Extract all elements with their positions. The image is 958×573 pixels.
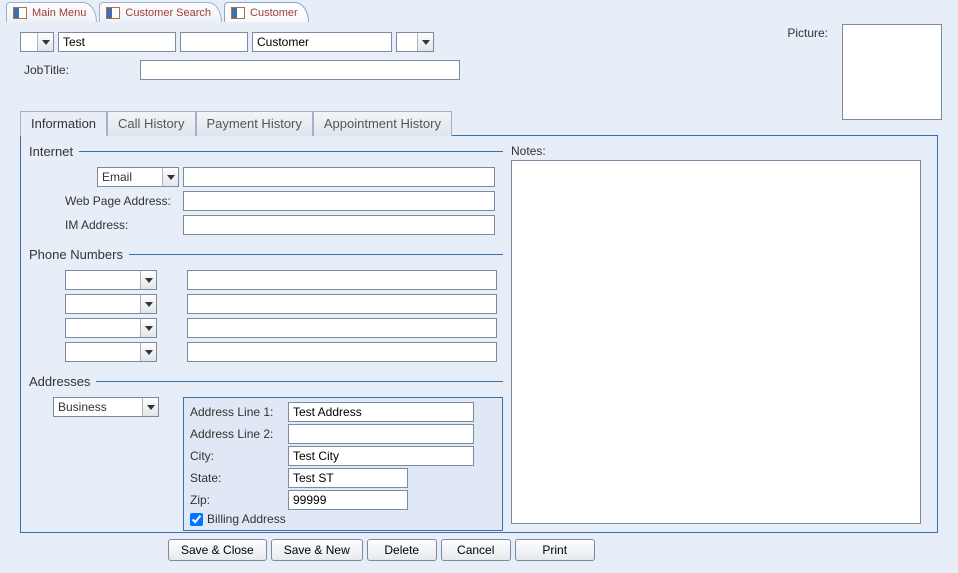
group-phones: Phone Numbers <box>29 247 503 366</box>
web-input[interactable] <box>183 191 495 211</box>
address-city-label: City: <box>190 449 286 463</box>
phone-number-input[interactable] <box>187 270 497 290</box>
last-name-input[interactable] <box>252 32 392 52</box>
form-icon <box>13 7 27 19</box>
group-addresses-label: Addresses <box>29 374 96 389</box>
address-zip-input[interactable] <box>288 490 408 510</box>
tab-payment-history[interactable]: Payment History <box>196 111 313 136</box>
address-state-label: State: <box>190 471 286 485</box>
im-row: IM Address: <box>29 215 503 235</box>
phone-type-combo[interactable] <box>65 270 157 290</box>
chevron-down-icon <box>37 33 53 51</box>
address-zip-label: Zip: <box>190 493 286 507</box>
window-tab-customer[interactable]: Customer <box>224 2 309 22</box>
phone-type-combo[interactable] <box>65 342 157 362</box>
print-button[interactable]: Print <box>515 539 595 561</box>
info-left-column: Internet Email Web Page Address: I <box>21 136 511 532</box>
tab-label: Call History <box>118 116 184 131</box>
tab-page-information: Internet Email Web Page Address: I <box>20 135 938 533</box>
command-button-row: Save & Close Save & New Delete Cancel Pr… <box>20 533 938 561</box>
billing-row: Billing Address <box>190 512 496 526</box>
picture-box[interactable] <box>842 24 942 120</box>
form-icon <box>231 7 245 19</box>
address-state-input[interactable] <box>288 468 408 488</box>
address-type-combo[interactable]: Business <box>53 397 159 417</box>
phone-number-input[interactable] <box>187 318 497 338</box>
phone-row <box>29 294 503 314</box>
email-input[interactable] <box>183 167 495 187</box>
chevron-down-icon <box>140 319 156 337</box>
window-tab-label: Main Menu <box>32 7 86 19</box>
suffix-combo[interactable] <box>396 32 434 52</box>
address-type-value: Business <box>58 400 107 414</box>
tab-call-history[interactable]: Call History <box>107 111 195 136</box>
tab-label: Payment History <box>207 116 302 131</box>
button-label: Cancel <box>457 543 494 557</box>
billing-address-checkbox[interactable] <box>190 513 203 526</box>
tab-label: Appointment History <box>324 116 441 131</box>
info-right-column: Notes: <box>511 136 937 532</box>
phone-number-input[interactable] <box>187 294 497 314</box>
group-addresses: Addresses Business Address Line 1: <box>29 374 503 531</box>
button-label: Print <box>542 543 567 557</box>
phone-number-input[interactable] <box>187 342 497 362</box>
chevron-down-icon <box>417 33 433 51</box>
button-label: Delete <box>384 543 419 557</box>
picture-area: Picture: <box>787 24 942 120</box>
phone-row <box>29 342 503 362</box>
job-title-input[interactable] <box>140 60 460 80</box>
tab-label: Information <box>31 116 96 131</box>
address-line1-label: Address Line 1: <box>190 405 286 419</box>
im-label: IM Address: <box>29 218 179 232</box>
window-tab-main-menu[interactable]: Main Menu <box>6 2 97 22</box>
picture-label: Picture: <box>787 26 828 40</box>
email-row: Email <box>29 167 503 187</box>
button-label: Save & New <box>284 543 350 557</box>
im-input[interactable] <box>183 215 495 235</box>
group-phones-label: Phone Numbers <box>29 247 129 262</box>
address-line2-label: Address Line 2: <box>190 427 286 441</box>
window-tab-customer-search[interactable]: Customer Search <box>99 2 222 22</box>
cancel-button[interactable]: Cancel <box>441 539 511 561</box>
window-tab-label: Customer <box>250 7 298 19</box>
notes-label: Notes: <box>511 144 921 158</box>
button-label: Save & Close <box>181 543 254 557</box>
phone-type-combo[interactable] <box>65 294 157 314</box>
chevron-down-icon <box>142 398 158 416</box>
salutation-combo[interactable] <box>20 32 54 52</box>
save-close-button[interactable]: Save & Close <box>168 539 267 561</box>
window-tab-label: Customer Search <box>125 7 211 19</box>
chevron-down-icon <box>140 271 156 289</box>
email-type-combo[interactable]: Email <box>97 167 179 187</box>
web-label: Web Page Address: <box>29 194 179 208</box>
web-row: Web Page Address: <box>29 191 503 211</box>
address-line1-input[interactable] <box>288 402 474 422</box>
address-panel: Address Line 1: Address Line 2: City: <box>183 397 503 531</box>
address-wrap: Business Address Line 1: Address Line 2: <box>29 397 503 531</box>
tab-appointment-history[interactable]: Appointment History <box>313 111 452 136</box>
billing-address-label: Billing Address <box>207 512 286 526</box>
form-body: Picture: JobTitle: Information Call Hist… <box>0 22 958 550</box>
delete-button[interactable]: Delete <box>367 539 437 561</box>
window-tab-strip: Main Menu Customer Search Customer <box>0 0 958 22</box>
email-type-value: Email <box>102 170 132 184</box>
first-name-input[interactable] <box>58 32 176 52</box>
phone-type-combo[interactable] <box>65 318 157 338</box>
phone-row <box>29 318 503 338</box>
save-new-button[interactable]: Save & New <box>271 539 363 561</box>
phone-row <box>29 270 503 290</box>
job-title-label: JobTitle: <box>20 63 140 77</box>
chevron-down-icon <box>140 343 156 361</box>
group-internet: Internet Email Web Page Address: I <box>29 144 503 239</box>
middle-name-input[interactable] <box>180 32 248 52</box>
address-city-input[interactable] <box>288 446 474 466</box>
chevron-down-icon <box>140 295 156 313</box>
address-line2-input[interactable] <box>288 424 474 444</box>
group-internet-label: Internet <box>29 144 79 159</box>
tab-information[interactable]: Information <box>20 111 107 136</box>
notes-textarea[interactable] <box>511 160 921 524</box>
form-icon <box>106 7 120 19</box>
chevron-down-icon <box>162 168 178 186</box>
